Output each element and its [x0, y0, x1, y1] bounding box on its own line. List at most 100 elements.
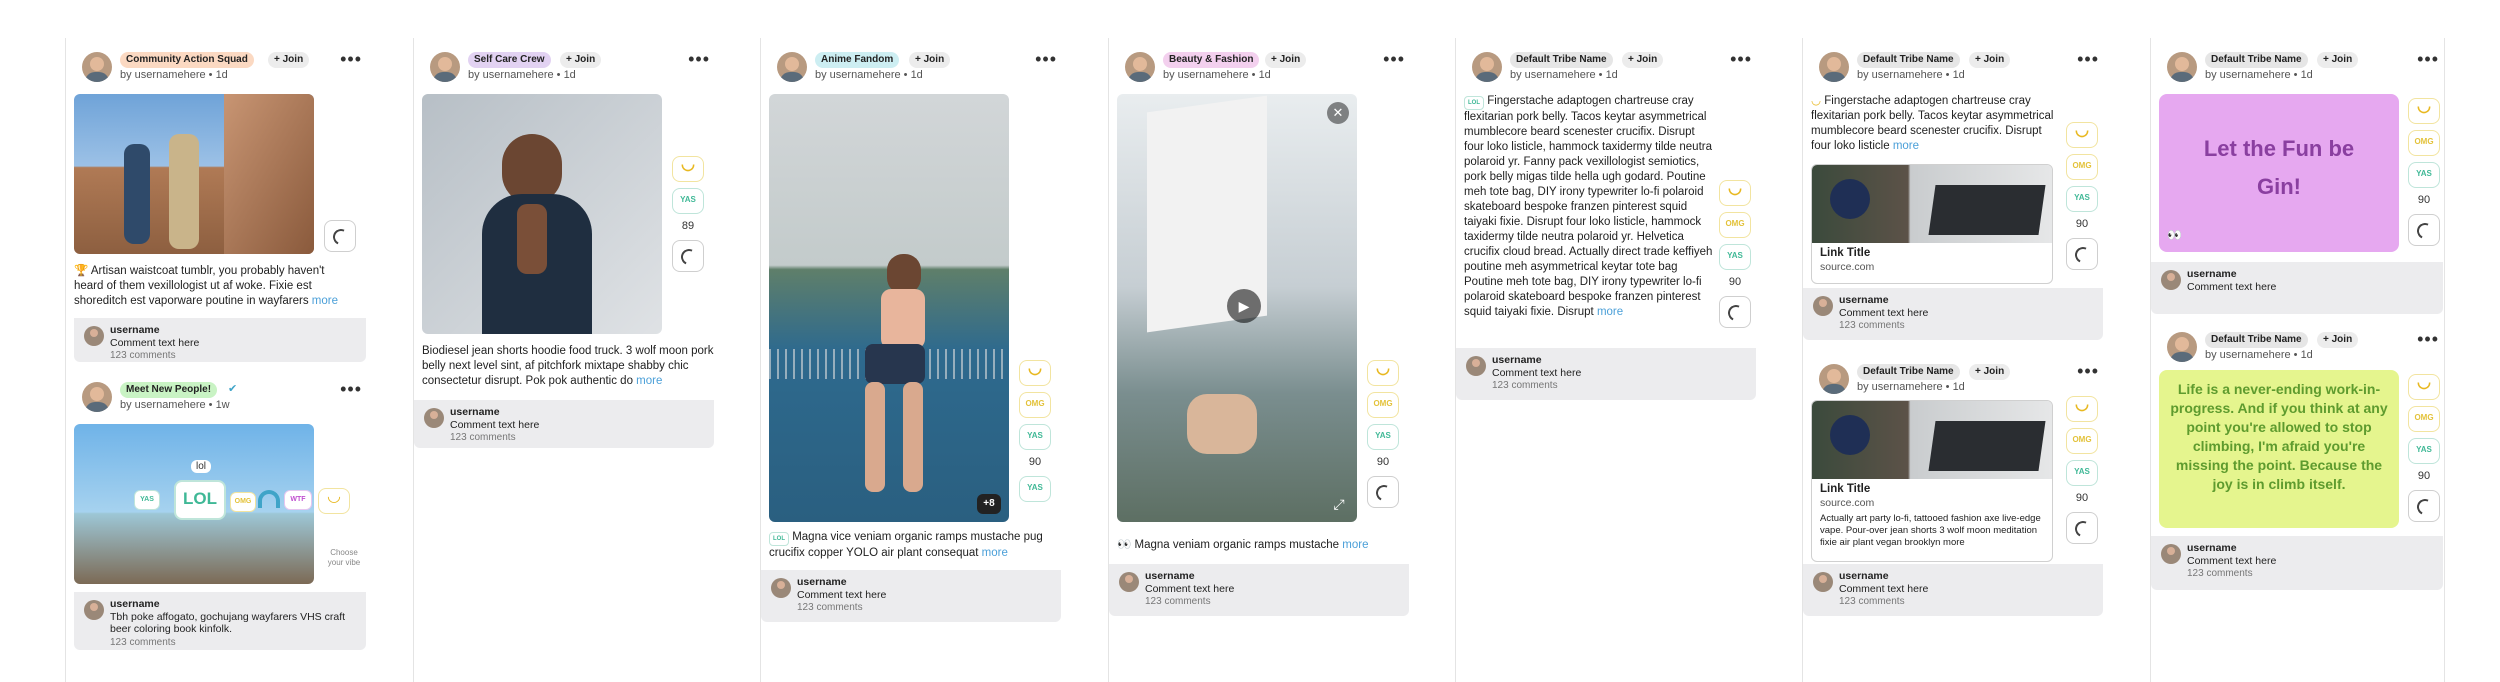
more-options-icon[interactable]: ••• [1730, 50, 1752, 68]
smile-vibe-button[interactable]: ◡ [1719, 180, 1751, 206]
tribe-tag[interactable]: Community Action Squad [120, 52, 254, 68]
avatar[interactable] [2167, 332, 2197, 362]
tribe-tag[interactable]: Default Tribe Name [1857, 364, 1960, 380]
comment-preview[interactable]: username Tbh poke affogato, gochujang wa… [74, 592, 366, 650]
more-images-badge[interactable]: +8 [977, 494, 1001, 514]
yas-vibe-button[interactable]: YAS [1019, 424, 1051, 450]
comment-count[interactable]: 123 comments [797, 602, 863, 613]
post-card[interactable]: Default Tribe Name + Join by usernameher… [1803, 360, 2103, 616]
comment-preview[interactable]: username Comment text here 123 comments [1109, 564, 1409, 616]
yas-vibe-button[interactable]: YAS [1367, 424, 1399, 450]
post-card[interactable]: Meet New People! ✔ by usernamehere • 1w … [66, 378, 366, 650]
post-video[interactable]: ▶ ✕ ⤢ [1117, 94, 1357, 522]
tribe-tag[interactable]: Default Tribe Name [1510, 52, 1613, 68]
yas-vibe-button[interactable]: YAS [672, 188, 704, 214]
omg-vibe-button[interactable]: OMG [1019, 392, 1051, 418]
post-card[interactable]: Self Care Crew + Join by usernamehere • … [414, 48, 714, 448]
more-link[interactable]: more [1342, 539, 1368, 551]
comment-preview[interactable]: username Comment text here 123 comments [2151, 536, 2443, 590]
more-options-icon[interactable]: ••• [2077, 362, 2099, 380]
more-options-icon[interactable]: ••• [1383, 50, 1405, 68]
share-button[interactable] [2408, 214, 2440, 246]
share-button[interactable] [2066, 238, 2098, 270]
more-options-icon[interactable]: ••• [2417, 330, 2439, 348]
tribe-tag[interactable]: Default Tribe Name [2205, 52, 2308, 68]
yas-vibe-button[interactable]: YAS [1719, 244, 1751, 270]
more-options-icon[interactable]: ••• [2077, 50, 2099, 68]
smile-vibe-button[interactable]: ◡ [672, 156, 704, 182]
avatar[interactable] [1125, 52, 1155, 82]
omg-vibe-button[interactable]: OMG [230, 492, 256, 512]
post-card[interactable]: Anime Fandom + Join by usernamehere • 1d… [761, 48, 1061, 622]
more-options-icon[interactable]: ••• [1035, 50, 1057, 68]
omg-vibe-button[interactable]: OMG [2066, 428, 2098, 454]
yas-vibe-button[interactable]: YAS [1019, 476, 1051, 502]
post-image[interactable] [422, 94, 662, 334]
join-button[interactable]: + Join [1969, 364, 2011, 380]
tribe-tag[interactable]: Self Care Crew [468, 52, 551, 68]
comment-preview[interactable]: username Comment text here 123 comments [74, 318, 366, 362]
close-icon[interactable]: ✕ [1327, 102, 1349, 124]
smile-vibe-button[interactable]: ◡ [1367, 360, 1399, 386]
avatar[interactable] [2167, 52, 2197, 82]
post-image[interactable] [769, 94, 1009, 522]
comment-count[interactable]: 123 comments [110, 350, 176, 361]
link-preview[interactable]: Link Title source.com Actually art party… [1811, 400, 2053, 562]
more-link[interactable]: more [312, 295, 338, 307]
omg-vibe-button[interactable]: OMG [1367, 392, 1399, 418]
tribe-tag[interactable]: Beauty & Fashion [1163, 52, 1260, 68]
yas-vibe-button[interactable]: YAS [2066, 186, 2098, 212]
comment-count[interactable]: 123 comments [1839, 596, 1905, 607]
smile-vibe-button[interactable]: ◡ [2408, 98, 2440, 124]
rainbow-vibe-icon[interactable] [258, 490, 280, 508]
yas-vibe-button[interactable]: YAS [2408, 162, 2440, 188]
post-card[interactable]: Default Tribe Name + Join by usernameher… [1803, 48, 2103, 340]
avatar[interactable] [430, 52, 460, 82]
wtf-vibe-button[interactable]: WTF [284, 490, 312, 510]
link-preview[interactable]: Link Title source.com [1811, 164, 2053, 284]
more-options-icon[interactable]: ••• [688, 50, 710, 68]
avatar[interactable] [82, 382, 112, 412]
smile-vibe-button[interactable]: ◡ [318, 488, 350, 514]
comment-preview[interactable]: username Comment text here 123 comments [761, 570, 1061, 622]
play-icon[interactable]: ▶ [1227, 289, 1261, 323]
post-card[interactable]: Beauty & Fashion + Join by usernamehere … [1109, 48, 1409, 616]
post-card[interactable]: Community Action Squad + Join by usernam… [66, 48, 366, 362]
join-button[interactable]: + Join [1622, 52, 1664, 68]
yas-vibe-button[interactable]: YAS [134, 490, 160, 510]
share-button[interactable] [324, 220, 356, 252]
share-button[interactable] [2408, 490, 2440, 522]
omg-vibe-button[interactable]: OMG [1719, 212, 1751, 238]
join-button[interactable]: + Join [1969, 52, 2011, 68]
comment-count[interactable]: 123 comments [1492, 380, 1558, 391]
share-button[interactable] [672, 240, 704, 272]
share-button[interactable] [1367, 476, 1399, 508]
more-link[interactable]: more [1597, 306, 1623, 318]
avatar[interactable] [82, 52, 112, 82]
comment-count[interactable]: 123 comments [450, 432, 516, 443]
comment-count[interactable]: 123 comments [1839, 320, 1905, 331]
expand-icon[interactable]: ⤢ [1329, 494, 1349, 514]
avatar[interactable] [1819, 364, 1849, 394]
smile-vibe-button[interactable]: ◡ [1019, 360, 1051, 386]
omg-vibe-button[interactable]: OMG [2066, 154, 2098, 180]
share-button[interactable] [1719, 296, 1751, 328]
comment-count[interactable]: 123 comments [110, 637, 176, 648]
more-options-icon[interactable]: ••• [340, 380, 362, 398]
post-card[interactable]: Default Tribe Name + Join by usernameher… [2151, 328, 2443, 590]
tribe-tag[interactable]: Meet New People! [120, 382, 218, 398]
join-button[interactable]: + Join [2317, 332, 2359, 348]
tribe-tag[interactable]: Anime Fandom [815, 52, 900, 68]
join-button[interactable]: + Join [2317, 52, 2359, 68]
more-link[interactable]: more [636, 375, 662, 387]
avatar[interactable] [1472, 52, 1502, 82]
comment-count[interactable]: 123 comments [2187, 568, 2253, 579]
join-button[interactable]: + Join [560, 52, 602, 68]
more-link[interactable]: more [1893, 140, 1919, 152]
post-card[interactable]: Default Tribe Name + Join by usernameher… [2151, 48, 2443, 314]
smile-vibe-button[interactable]: ◡ [2066, 122, 2098, 148]
comment-preview[interactable]: username Comment text here [2151, 262, 2443, 314]
post-card[interactable]: Default Tribe Name + Join by usernameher… [1456, 48, 1756, 400]
yas-vibe-button[interactable]: YAS [2066, 460, 2098, 486]
more-options-icon[interactable]: ••• [340, 50, 362, 68]
